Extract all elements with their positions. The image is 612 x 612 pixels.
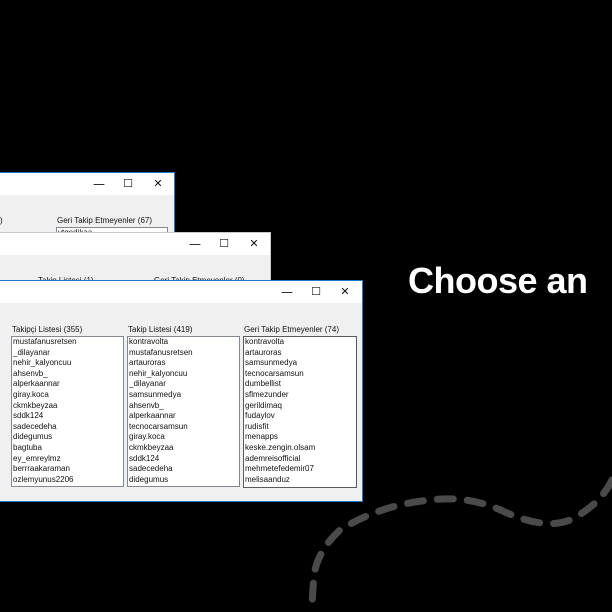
- list-item[interactable]: kontravolta: [128, 337, 239, 348]
- list-item[interactable]: kontravolta: [244, 337, 356, 348]
- list-item[interactable]: dumbellist: [244, 379, 356, 390]
- list-item[interactable]: ey_emreylmz: [12, 454, 123, 465]
- close-icon[interactable]: ✕: [335, 283, 355, 301]
- window-middle: — ☐ ✕ Takip Listesi (1) Geri Takip Etmey…: [0, 232, 271, 286]
- window-back: — ☐ ✕ ) Geri Takip Etmeyenler (67) ytged…: [0, 172, 175, 236]
- maximize-icon[interactable]: ☐: [214, 235, 234, 253]
- list-item[interactable]: _dilayanar: [128, 379, 239, 390]
- maximize-icon[interactable]: ☐: [306, 283, 326, 301]
- list-item[interactable]: rudisfit: [244, 422, 356, 433]
- list-item[interactable]: samsunmedya: [244, 358, 356, 369]
- window-middle-titlebar: — ☐ ✕: [0, 233, 270, 255]
- minimize-icon[interactable]: —: [185, 235, 205, 253]
- list-item[interactable]: keske.zengin.olsam: [244, 443, 356, 454]
- list-item[interactable]: ahsenvb_: [128, 401, 239, 412]
- list-item[interactable]: sadecedeha: [128, 464, 239, 475]
- window-back-partial-label: ): [0, 216, 3, 225]
- list-item[interactable]: melisaanduz: [244, 475, 356, 486]
- headline: Choose an: [408, 260, 588, 301]
- minimize-icon[interactable]: —: [89, 175, 109, 193]
- list-item[interactable]: alperkaannar: [12, 379, 123, 390]
- list-item[interactable]: fudaylov: [244, 411, 356, 422]
- list-item[interactable]: ahsenvb_: [12, 369, 123, 380]
- close-icon[interactable]: ✕: [148, 175, 168, 193]
- maximize-icon[interactable]: ☐: [118, 175, 138, 193]
- list-item[interactable]: giray.koca: [128, 432, 239, 443]
- window-back-titlebar: — ☐ ✕: [0, 173, 174, 195]
- list-item[interactable]: tecnocarsamsun: [128, 422, 239, 433]
- not-following-back-listbox[interactable]: kontravolta artauroras samsunmedya tecno…: [243, 336, 357, 488]
- close-icon[interactable]: ✕: [244, 235, 264, 253]
- window-front: — ☐ ✕ Takipçi Listesi (355) Takip Listes…: [0, 280, 363, 502]
- list-item[interactable]: mustafanusretsen: [128, 348, 239, 359]
- followers-label: Takipçi Listesi (355): [12, 325, 83, 334]
- list-item[interactable]: sflmezunder: [244, 390, 356, 401]
- list-item[interactable]: giray.koca: [12, 390, 123, 401]
- minimize-icon[interactable]: —: [277, 283, 297, 301]
- list-item[interactable]: alperkaannar: [128, 411, 239, 422]
- list-item[interactable]: ckmkbeyzaa: [12, 401, 123, 412]
- window-back-label: Geri Takip Etmeyenler (67): [57, 216, 152, 225]
- list-item[interactable]: ckmkbeyzaa: [128, 443, 239, 454]
- list-item[interactable]: samsunmedya: [128, 390, 239, 401]
- list-item[interactable]: mehmetefedemir07: [244, 464, 356, 475]
- not-following-back-label: Geri Takip Etmeyenler (74): [244, 325, 339, 334]
- list-item[interactable]: ozlemyunus2206: [12, 475, 123, 486]
- list-item[interactable]: didegumus: [12, 432, 123, 443]
- following-label: Takip Listesi (419): [128, 325, 193, 334]
- followers-listbox[interactable]: mustafanusretsen _dilayanar nehir_kalyon…: [11, 336, 124, 487]
- list-item[interactable]: nehir_kalyoncuu: [12, 358, 123, 369]
- list-item[interactable]: sadecedeha: [12, 422, 123, 433]
- list-item[interactable]: berrraakaraman: [12, 464, 123, 475]
- list-item[interactable]: menapps: [244, 432, 356, 443]
- following-listbox[interactable]: kontravolta mustafanusretsen artauroras …: [127, 336, 240, 487]
- window-front-titlebar: — ☐ ✕: [0, 281, 362, 303]
- list-item[interactable]: nehir_kalyoncuu: [128, 369, 239, 380]
- list-item[interactable]: mustafanusretsen: [12, 337, 123, 348]
- list-item[interactable]: didegumus: [128, 475, 239, 486]
- list-item[interactable]: tecnocarsamsun: [244, 369, 356, 380]
- list-item[interactable]: gerildimaq: [244, 401, 356, 412]
- list-item[interactable]: _dilayanar: [12, 348, 123, 359]
- list-item[interactable]: sddk124: [12, 411, 123, 422]
- list-item[interactable]: ademreisofficial: [244, 454, 356, 465]
- list-item[interactable]: artauroras: [128, 358, 239, 369]
- list-item[interactable]: bagtuba: [12, 443, 123, 454]
- list-item[interactable]: artauroras: [244, 348, 356, 359]
- list-item[interactable]: sddk124: [128, 454, 239, 465]
